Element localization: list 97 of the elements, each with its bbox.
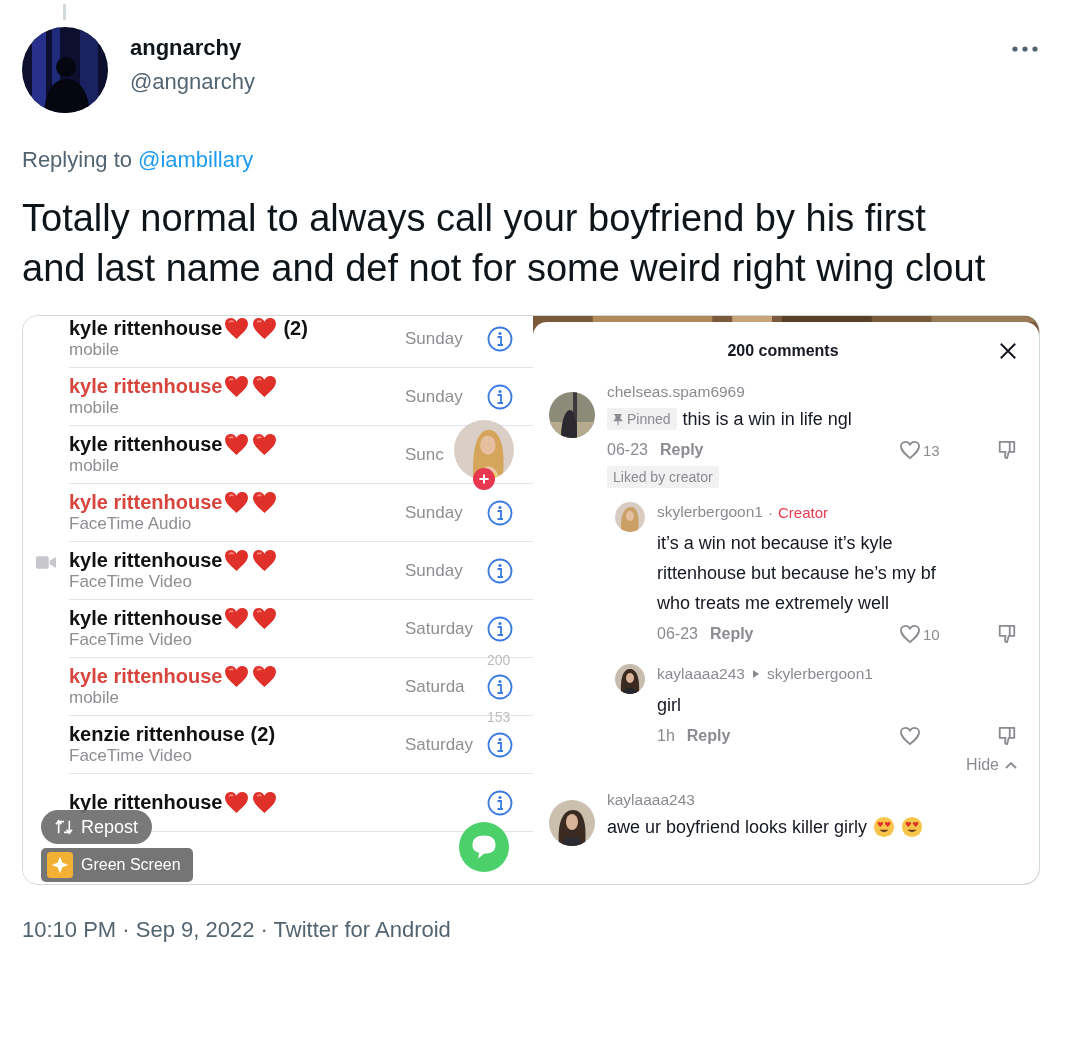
- call-type: mobile: [69, 398, 121, 418]
- dislike-icon[interactable]: [997, 623, 1017, 645]
- call-type: mobile: [69, 688, 121, 708]
- like-count: 10: [923, 625, 940, 643]
- heart-emoji-icon: [224, 491, 250, 514]
- tweet-text: Totally normal to always call your boyfriend by his first and last name and def not for some weird right wing clout: [22, 196, 987, 291]
- call-date: Saturda: [405, 676, 465, 696]
- replying-label: Replying to: [22, 147, 133, 173]
- chevron-up-icon[interactable]: [1005, 761, 1017, 769]
- heart-emoji-icon: [224, 665, 250, 688]
- comment-username[interactable]: kaylaaaa243: [607, 788, 695, 812]
- heart-emoji-icon: [224, 607, 250, 630]
- comment-date: 06-23: [607, 441, 648, 459]
- contact-name: kenzie rittenhouse: [69, 723, 245, 746]
- call-type: mobile: [69, 456, 121, 476]
- close-icon[interactable]: [999, 342, 1017, 360]
- heart-icon[interactable]: [899, 440, 921, 460]
- repost-button[interactable]: Repost: [41, 810, 153, 844]
- comment-text: awe ur boyfriend looks killer girly: [607, 816, 868, 839]
- call-date: Saturday: [405, 734, 474, 754]
- heart-emoji-icon: [252, 375, 278, 398]
- info-icon[interactable]: [487, 499, 513, 526]
- save-count: 153: [487, 709, 511, 725]
- info-icon[interactable]: [487, 673, 513, 700]
- separator-dot: ·: [768, 503, 773, 521]
- call-date: Saturday: [405, 618, 474, 638]
- heart-emoji-icon: [252, 607, 278, 630]
- comment-text: this is a win in life ngl: [682, 408, 852, 431]
- comment-date: 06-23: [657, 625, 698, 643]
- comment-text: girl: [657, 694, 682, 717]
- heart-emoji-icon: [252, 317, 278, 340]
- call-date: Sunc: [405, 444, 444, 464]
- display-name[interactable]: angnarchy: [130, 35, 256, 61]
- comment-username[interactable]: skylerbergoon1: [766, 662, 873, 686]
- heart-emoji-icon: [252, 549, 278, 572]
- comment-username[interactable]: kaylaaaa243: [657, 662, 745, 686]
- pinned-tag: Pinned: [607, 408, 677, 430]
- creator-label: Creator: [778, 503, 828, 521]
- info-icon[interactable]: [487, 789, 513, 816]
- pin-icon: [613, 412, 623, 426]
- call-date: Sunday: [405, 560, 463, 580]
- contact-name: kyle rittenhouse: [69, 607, 223, 630]
- heart-emoji-icon: [224, 317, 250, 340]
- mention-link[interactable]: @iambillary: [138, 147, 254, 173]
- call-count: (2): [250, 723, 276, 746]
- call-type: mobile: [69, 340, 121, 360]
- like-count: 13: [923, 441, 940, 459]
- effect-button[interactable]: Green Screen: [41, 848, 193, 882]
- heart-emoji-icon: [224, 791, 250, 814]
- info-icon[interactable]: [487, 325, 513, 352]
- comment-text: it’s a win not because it’s kyle rittenhouse but because he’s my bf who treats me extremely well: [657, 532, 937, 615]
- user-handle[interactable]: @angnarchy: [130, 69, 256, 95]
- info-icon[interactable]: [487, 731, 513, 758]
- heart-emoji-icon: [252, 665, 278, 688]
- liked-by-creator-tag: Liked by creator: [607, 466, 719, 488]
- reply-link[interactable]: Reply: [659, 441, 704, 459]
- call-type: FaceTime Video: [69, 746, 193, 766]
- repost-icon: [55, 819, 73, 835]
- contact-name: kyle rittenhouse: [69, 665, 223, 688]
- reply-link[interactable]: Reply: [709, 625, 754, 643]
- heart-emoji-icon: [224, 549, 250, 572]
- call-date: Sunday: [405, 386, 463, 406]
- call-type: FaceTime Audio: [69, 514, 193, 534]
- caret-icon: [752, 670, 759, 678]
- tweet-timestamp: 10:10 PM · Sep 9, 2022 · Twitter for Android: [22, 917, 452, 943]
- dislike-icon[interactable]: [997, 439, 1017, 461]
- sparkle-icon: [47, 852, 73, 878]
- info-icon[interactable]: [487, 557, 513, 584]
- call-date: Sunday: [405, 502, 463, 522]
- call-type: FaceTime Video: [69, 630, 193, 650]
- heart-emoji-icon: [252, 433, 278, 456]
- follow-plus-icon[interactable]: [473, 468, 495, 490]
- comment-count: 200: [487, 652, 511, 668]
- contact-name: kyle rittenhouse: [69, 317, 223, 340]
- contact-name: kyle rittenhouse: [69, 375, 223, 398]
- comment-username[interactable]: skylerbergoon1: [657, 500, 763, 524]
- hide-replies-link[interactable]: Hide: [966, 756, 999, 774]
- info-icon[interactable]: [487, 615, 513, 642]
- comment-date: 1h: [657, 727, 675, 745]
- heart-emoji-icon: [252, 491, 278, 514]
- contact-name: kyle rittenhouse: [69, 433, 223, 456]
- contact-name: kyle rittenhouse: [69, 549, 223, 572]
- more-options-icon[interactable]: [1012, 46, 1038, 52]
- dislike-icon[interactable]: [997, 725, 1017, 747]
- info-icon[interactable]: [487, 383, 513, 410]
- call-count: (2): [283, 317, 308, 340]
- comment-username[interactable]: chelseas.spam6969: [607, 380, 745, 404]
- call-type: FaceTime Video: [69, 572, 193, 592]
- comments-title: 200 comments: [727, 342, 839, 360]
- heart-icon[interactable]: [899, 726, 921, 746]
- contact-name: kyle rittenhouse: [69, 491, 223, 514]
- heart-emoji-icon: [224, 375, 250, 398]
- call-date: Sunday: [405, 328, 463, 348]
- heart-emoji-icon: [252, 791, 278, 814]
- reply-link[interactable]: Reply: [686, 727, 731, 745]
- heart-emoji-icon: [224, 433, 250, 456]
- heart-icon[interactable]: [899, 624, 921, 644]
